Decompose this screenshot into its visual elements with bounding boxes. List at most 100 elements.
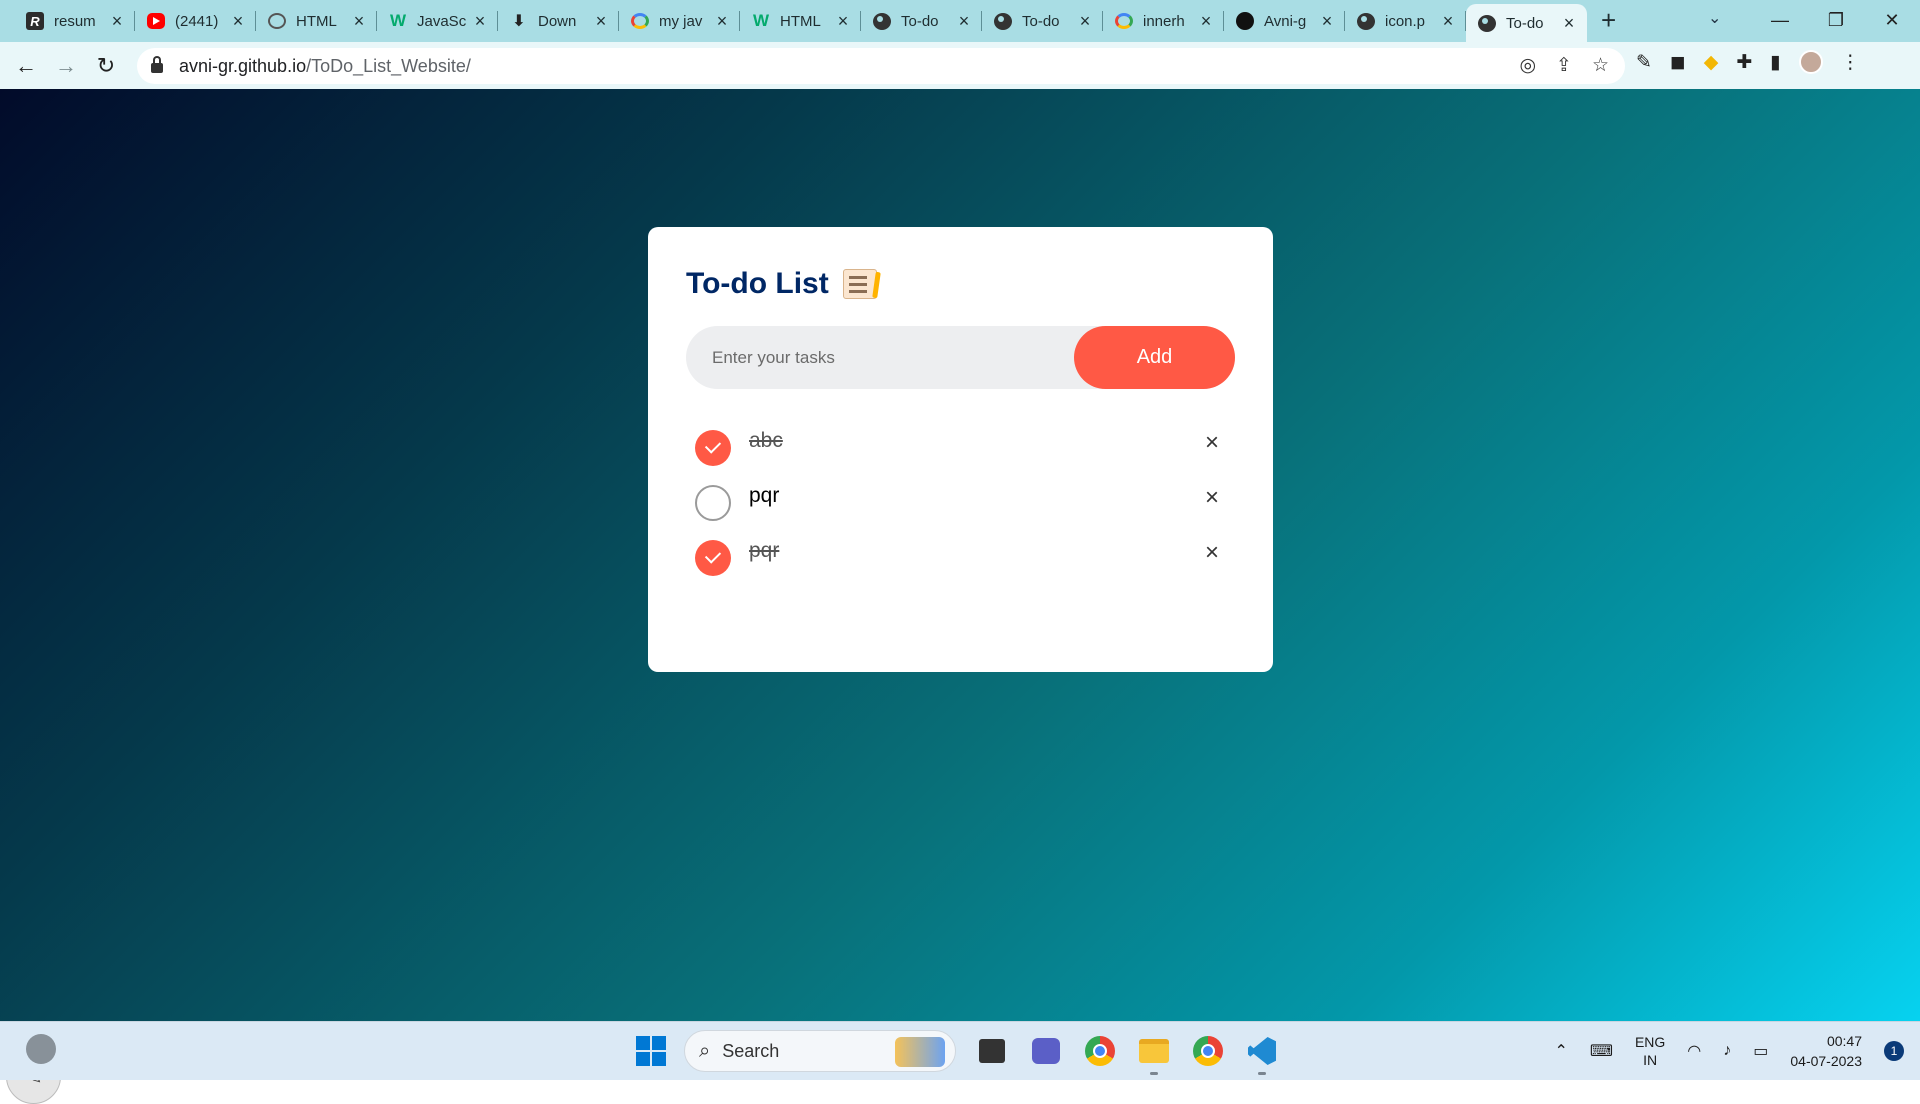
browser-tab[interactable]: my jav × bbox=[619, 0, 740, 42]
keyboard-icon[interactable]: ⌨ bbox=[1590, 1041, 1613, 1061]
extensions-icon[interactable]: ✚ bbox=[1736, 51, 1752, 74]
window-controls: — ❐ ✕ bbox=[1752, 0, 1920, 40]
tab-title: my jav bbox=[659, 12, 703, 30]
tab-title: HTML bbox=[780, 12, 821, 30]
tab-title: Avni-g bbox=[1264, 12, 1307, 30]
task-input[interactable] bbox=[710, 346, 1074, 369]
page-title: To-do List bbox=[686, 264, 1235, 304]
clock-date: 04-07-2023 bbox=[1790, 1053, 1862, 1069]
tab-list: R resum × (2441) × HTML × W JavaSc × ⬇ D… bbox=[0, 0, 1616, 42]
unchecked-circle-icon[interactable] bbox=[695, 484, 731, 521]
delete-task-icon[interactable]: × bbox=[1205, 539, 1219, 567]
close-tab-icon[interactable]: × bbox=[956, 11, 972, 32]
close-tab-icon[interactable]: × bbox=[230, 11, 246, 32]
browser-tab[interactable]: ⬇ Down × bbox=[498, 0, 619, 42]
delete-task-icon[interactable]: × bbox=[1205, 429, 1219, 457]
clock[interactable]: 00:47 04-07-2023 bbox=[1790, 1031, 1862, 1071]
tab-title: To-do bbox=[1022, 12, 1060, 30]
file-explorer-icon[interactable] bbox=[1136, 1033, 1172, 1075]
tab-title: To-do bbox=[901, 12, 939, 30]
menu-kebab-icon[interactable]: ⋮ bbox=[1841, 51, 1860, 74]
tab-title: Down bbox=[538, 12, 577, 30]
tab-title: JavaSc bbox=[417, 12, 467, 30]
close-tab-icon[interactable]: × bbox=[109, 11, 125, 32]
task-view-icon[interactable] bbox=[974, 1033, 1010, 1069]
wifi-icon[interactable]: ◠ bbox=[1687, 1041, 1701, 1061]
browser-tab[interactable]: To-do × bbox=[982, 0, 1103, 42]
eye-slash-icon[interactable]: ◎ bbox=[1519, 54, 1536, 77]
close-tab-icon[interactable]: × bbox=[593, 11, 609, 32]
profile-avatar[interactable] bbox=[1798, 50, 1823, 74]
browser-tab-strip: R resum × (2441) × HTML × W JavaSc × ⬇ D… bbox=[0, 0, 1920, 42]
battery-icon[interactable]: ▭ bbox=[1753, 1041, 1768, 1061]
back-arrow-icon[interactable]: ← bbox=[6, 53, 46, 79]
close-tab-icon[interactable]: × bbox=[1198, 11, 1214, 32]
chrome-profile-icon[interactable] bbox=[1190, 1033, 1226, 1069]
url-host: avni-gr.github.io bbox=[179, 55, 307, 76]
github-icon bbox=[1236, 12, 1254, 30]
close-tab-icon[interactable]: × bbox=[351, 11, 367, 32]
browser-tab[interactable]: Avni-g × bbox=[1224, 0, 1345, 42]
tab-title: resum bbox=[54, 12, 96, 30]
system-tray: ⌃ ⌨ ENG IN ◠ ♪ ▭ 00:47 04-07-2023 1 bbox=[1554, 1022, 1904, 1080]
browser-tab[interactable]: innerh × bbox=[1103, 0, 1224, 42]
chevron-up-icon[interactable]: ⌃ bbox=[1554, 1041, 1567, 1061]
close-tab-icon[interactable]: × bbox=[1440, 11, 1456, 32]
tab-search-chevron-icon[interactable]: ⌄ bbox=[1708, 8, 1721, 28]
tab-title: innerh bbox=[1143, 12, 1185, 30]
vscode-icon[interactable] bbox=[1244, 1033, 1280, 1075]
new-tab-icon[interactable]: + bbox=[1601, 5, 1616, 36]
close-tab-icon[interactable]: × bbox=[1077, 11, 1093, 32]
browser-tab[interactable]: R resum × bbox=[14, 0, 135, 42]
weather-widget-icon[interactable] bbox=[26, 1034, 56, 1064]
volume-icon[interactable]: ♪ bbox=[1723, 1042, 1731, 1060]
app-title: To-do List bbox=[686, 267, 829, 300]
close-tab-icon[interactable]: × bbox=[835, 11, 851, 32]
close-tab-icon[interactable]: × bbox=[1561, 13, 1577, 34]
taskbar-search[interactable]: ⌕ Search bbox=[684, 1030, 956, 1072]
browser-tab[interactable]: W HTML × bbox=[740, 0, 861, 42]
browser-tab[interactable]: icon.p × bbox=[1345, 0, 1466, 42]
notification-badge[interactable]: 1 bbox=[1884, 1041, 1904, 1061]
restore-icon[interactable]: ❐ bbox=[1808, 10, 1864, 31]
share-icon[interactable]: ⇪ bbox=[1556, 54, 1572, 77]
reload-icon[interactable]: ↻ bbox=[86, 53, 126, 79]
chatgpt-icon bbox=[268, 13, 286, 29]
close-tab-icon[interactable]: × bbox=[1319, 11, 1335, 32]
extension-icons: ✎ ◼ ◆ ✚ ▮ ⋮ bbox=[1636, 50, 1860, 74]
minimize-icon[interactable]: — bbox=[1752, 10, 1808, 31]
task-text: pqr bbox=[749, 483, 780, 507]
close-window-icon[interactable]: ✕ bbox=[1864, 10, 1920, 31]
side-panel-icon[interactable]: ▮ bbox=[1770, 51, 1780, 74]
windows-start-icon[interactable] bbox=[636, 1036, 666, 1066]
globe-icon bbox=[1478, 14, 1496, 32]
checked-circle-icon[interactable] bbox=[695, 539, 731, 576]
browser-tab[interactable]: (2441) × bbox=[135, 0, 256, 42]
chrome-icon[interactable] bbox=[1082, 1033, 1118, 1069]
task-item[interactable]: abc × bbox=[686, 417, 1235, 472]
language-indicator[interactable]: ENG IN bbox=[1635, 1033, 1665, 1069]
highlighter-extension-icon[interactable]: ◆ bbox=[1704, 51, 1719, 74]
address-bar[interactable]: avni-gr.github.io/ToDo_List_Website/ ◎ ⇪… bbox=[137, 48, 1625, 84]
add-button[interactable]: Add bbox=[1074, 326, 1235, 389]
close-tab-icon[interactable]: × bbox=[714, 11, 730, 32]
task-input-row: Add bbox=[686, 326, 1235, 389]
browser-tab[interactable]: W JavaSc × bbox=[377, 0, 498, 42]
browser-tab-active[interactable]: To-do × bbox=[1466, 4, 1587, 42]
browser-tab[interactable]: To-do × bbox=[861, 0, 982, 42]
lock-icon[interactable] bbox=[151, 56, 163, 73]
forward-arrow-icon[interactable]: → bbox=[46, 53, 86, 79]
tab-title: (2441) bbox=[175, 12, 219, 30]
pen-extension-icon[interactable]: ✎ bbox=[1636, 51, 1652, 74]
teams-chat-icon[interactable] bbox=[1028, 1033, 1064, 1069]
search-highlight-icon bbox=[895, 1037, 945, 1067]
task-item[interactable]: pqr × bbox=[686, 527, 1235, 582]
close-tab-icon[interactable]: × bbox=[472, 11, 488, 32]
browser-tab[interactable]: HTML × bbox=[256, 0, 377, 42]
checked-circle-icon[interactable] bbox=[695, 429, 731, 466]
delete-task-icon[interactable]: × bbox=[1205, 484, 1219, 512]
task-text: abc bbox=[749, 428, 783, 452]
puzzle-piece-extension-icon[interactable]: ◼ bbox=[1670, 51, 1686, 74]
task-item[interactable]: pqr × bbox=[686, 472, 1235, 527]
bookmark-star-icon[interactable]: ☆ bbox=[1592, 54, 1609, 77]
